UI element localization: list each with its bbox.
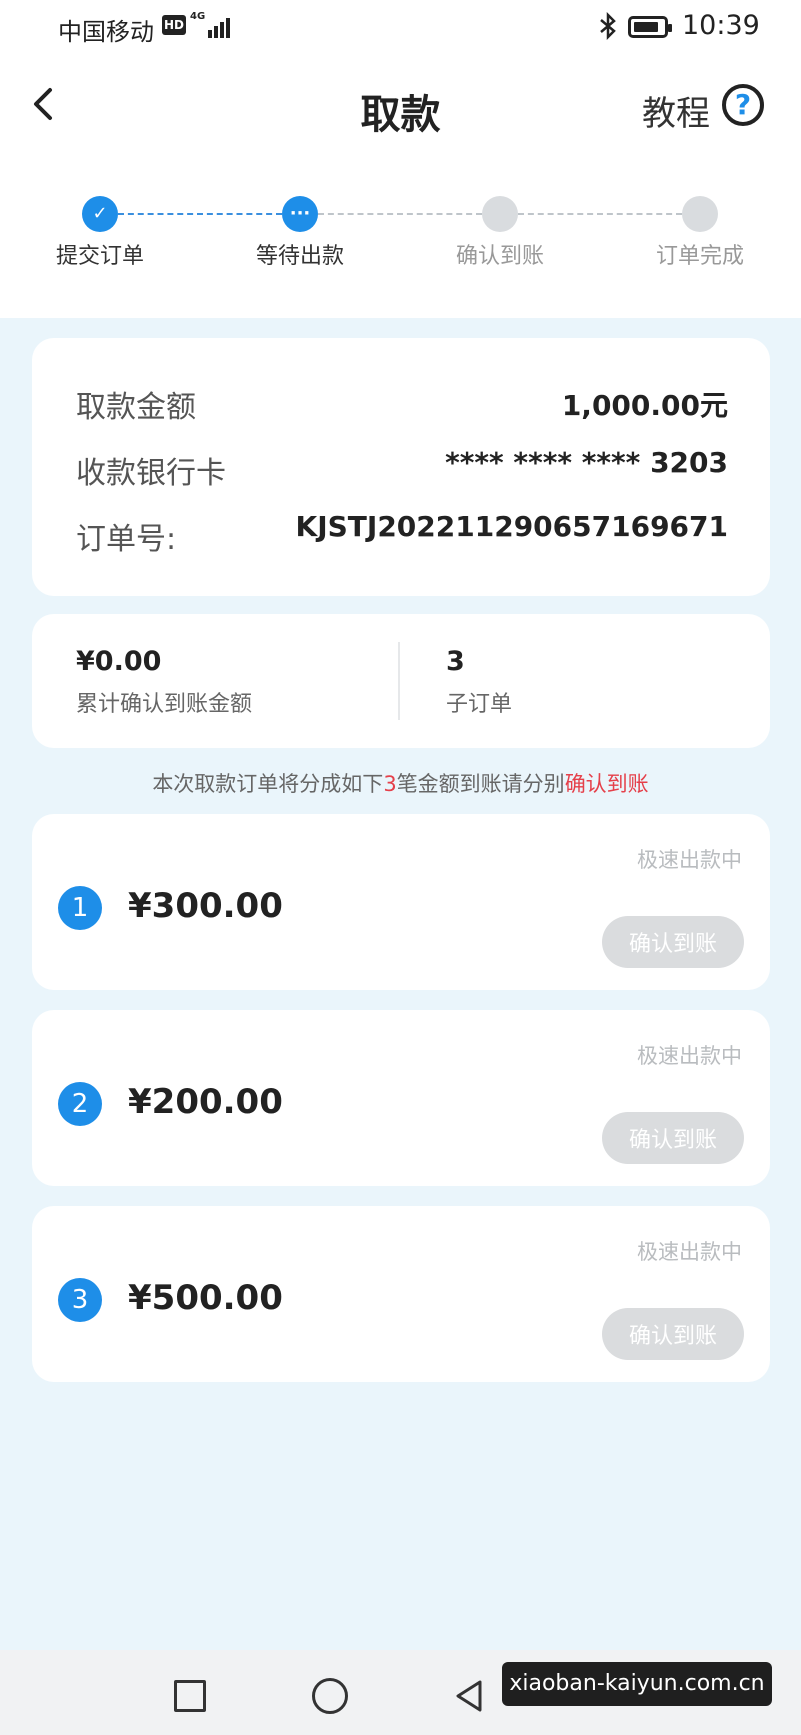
order-number-value: KJSTJ202211290657169671	[295, 510, 728, 543]
step-pending-icon	[682, 196, 718, 232]
sub-order-card: 极速出款中 3 ¥500.00 确认到账	[32, 1206, 770, 1382]
sub-orders-value: 3	[446, 646, 465, 677]
step-connector	[318, 213, 482, 215]
step-label-confirm: 确认到账	[455, 244, 544, 269]
back-triangle-icon[interactable]	[450, 1676, 490, 1716]
withdrawal-info-card: 取款金额 1,000.00元 收款银行卡 **** **** **** 3203…	[32, 338, 770, 596]
divider	[398, 642, 400, 720]
order-number-label: 订单号:	[76, 522, 177, 557]
sub-order-amount: ¥300.00	[128, 886, 283, 926]
status-bar: 中国移动 HD 4G 10:39	[0, 0, 801, 56]
notice-action: 确认到账	[564, 772, 649, 796]
notice-middle: 笔金额到账请分别	[396, 772, 565, 796]
hd-icon: HD	[162, 15, 186, 35]
clock: 10:39	[682, 10, 760, 41]
carrier-name: 中国移动	[58, 18, 154, 46]
split-notice: 本次取款订单将分成如下3笔金额到账请分别确认到账	[0, 768, 801, 798]
home-icon[interactable]	[312, 1678, 348, 1714]
confirmed-amount-value: ¥0.00	[76, 646, 162, 677]
step-connector	[518, 213, 682, 215]
bank-card-label: 收款银行卡	[76, 456, 226, 491]
amount-label: 取款金额	[76, 390, 196, 425]
network-type: 4G	[190, 11, 206, 22]
battery-icon	[628, 16, 672, 38]
summary-card: ¥0.00 累计确认到账金额 3 子订单	[32, 614, 770, 748]
bank-card-value: **** **** **** 3203	[445, 446, 728, 479]
step-connector	[118, 213, 282, 215]
help-icon[interactable]: ?	[722, 84, 764, 126]
sub-order-index: 2	[58, 1082, 102, 1126]
progress-steps: ✓ ··· 提交订单 等待出款 确认到账 订单完成	[0, 190, 801, 270]
sub-order-amount: ¥500.00	[128, 1278, 283, 1318]
sub-order-amount: ¥200.00	[128, 1082, 283, 1122]
recent-apps-icon[interactable]	[174, 1680, 206, 1712]
step-label-complete: 订单完成	[655, 244, 744, 269]
confirmed-amount-label: 累计确认到账金额	[76, 692, 253, 717]
tutorial-link[interactable]: 教程	[642, 86, 710, 135]
step-label-submit: 提交订单	[55, 244, 144, 269]
step-label-waiting: 等待出款	[255, 244, 344, 269]
sub-order-index: 3	[58, 1278, 102, 1322]
step-done-icon: ✓	[82, 196, 118, 232]
payout-status: 极速出款中	[637, 848, 742, 872]
confirm-receipt-button[interactable]: 确认到账	[602, 916, 744, 968]
sub-orders-label: 子订单	[446, 692, 513, 717]
notice-prefix: 本次取款订单将分成如下	[152, 772, 384, 796]
sub-order-card: 极速出款中 1 ¥300.00 确认到账	[32, 814, 770, 990]
step-pending-icon	[482, 196, 518, 232]
confirm-receipt-button[interactable]: 确认到账	[602, 1112, 744, 1164]
step-active-icon: ···	[282, 196, 318, 232]
signal-icon	[208, 14, 234, 38]
sub-order-card: 极速出款中 2 ¥200.00 确认到账	[32, 1010, 770, 1186]
payout-status: 极速出款中	[637, 1240, 742, 1264]
amount-value: 1,000.00元	[561, 389, 728, 422]
notice-count: 3	[383, 772, 397, 796]
confirm-receipt-button[interactable]: 确认到账	[602, 1308, 744, 1360]
watermark: xiaoban-kaiyun.com.cn	[502, 1662, 772, 1706]
sub-order-index: 1	[58, 886, 102, 930]
payout-status: 极速出款中	[637, 1044, 742, 1068]
bluetooth-icon	[598, 11, 618, 46]
